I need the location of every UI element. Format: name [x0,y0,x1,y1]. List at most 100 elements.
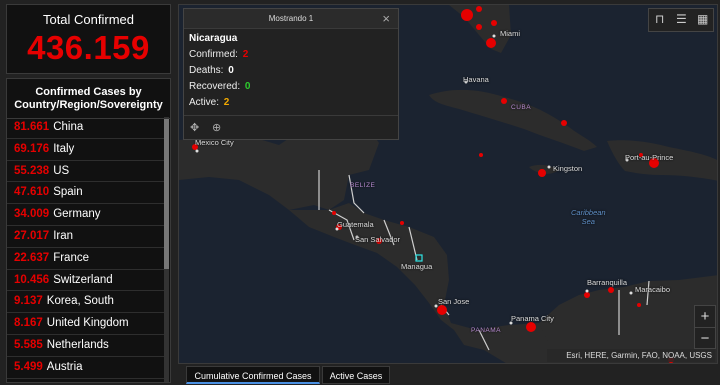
total-confirmed-value: 436.159 [27,29,150,66]
scrollbar-thumb[interactable] [164,119,169,269]
bookmark-icon[interactable]: ⊓ [655,12,664,26]
zoom-in-button[interactable]: + [695,306,715,327]
caribbean-sea-line2: Sea [581,217,595,226]
tab-cumulative-confirmed[interactable]: Cumulative Confirmed Cases [186,366,320,384]
map-toolbar: ⊓ ☰ ▦ [648,8,714,32]
popup-active-row: Active: 2 [189,97,398,108]
map-label-belize: BELIZE [350,182,376,189]
list-item[interactable]: 22.637 France [7,248,165,270]
popup-deaths-value: 0 [228,65,234,76]
case-marker [461,9,473,21]
map-label-havana: Havana [463,75,489,84]
list-item-count: 47.610 [14,186,50,199]
list-item[interactable]: 5.585 Netherlands [7,335,165,357]
city-dot [547,165,551,169]
list-item[interactable]: 27.017 Iran [7,226,165,248]
list-item-count: 81.661 [14,121,50,133]
list-item[interactable]: 55.238 US [7,161,165,183]
popup-recovered-row: Recovered: 0 [189,81,398,92]
list-item-country: France [53,251,89,264]
list-item-country: United Kingdom [46,317,129,330]
popup-deaths-row: Deaths: 0 [189,65,398,76]
case-marker [491,20,497,26]
popup-deaths-label: Deaths: [189,65,224,76]
pan-icon[interactable]: ✥ [190,121,199,134]
city-dot [195,149,199,153]
map-label-caribbean-sea: Caribbean Sea [571,208,606,226]
list-item-count: 27.017 [14,229,50,242]
map-attribution: Esri, HERE, Garmin, FAO, NOAA, USGS [547,349,715,362]
country-list-header: Confirmed Cases by Country/Region/Sovere… [7,79,170,119]
popup-confirmed-label: Confirmed: [189,49,238,60]
country-list-panel: Confirmed Cases by Country/Region/Sovere… [6,78,171,383]
case-marker [538,169,546,177]
case-marker [501,98,507,104]
map-label-miami: Miami [500,29,520,38]
list-item[interactable]: 69.176 Italy [7,139,165,161]
country-list: 81.661 China 69.176 Italy 55.238 US 47.610 S… [7,117,165,379]
popup-header-text: Mostrando 1 [268,14,314,23]
popup-title: Nicaragua [189,33,238,44]
case-marker [561,120,567,126]
list-icon[interactable]: ☰ [676,12,687,26]
case-marker [486,38,496,48]
case-marker [437,305,447,315]
list-item[interactable]: 34.009 Germany [7,204,165,226]
map-label-barranquilla: Barranquilla [587,278,628,287]
popup-header: Mostrando 1 × [184,9,398,29]
tab-active-cases[interactable]: Active Cases [322,366,390,384]
map-label-panama: PANAMA [471,327,501,334]
list-item-country: Spain [53,186,83,199]
list-item[interactable]: 47.610 Spain [7,182,165,205]
list-item-count: 34.009 [14,208,50,221]
list-item-count: 5.585 [14,338,43,351]
zoom-out-button[interactable]: − [695,327,715,348]
list-item-count: 55.238 [14,164,50,177]
map-label-san-jose: San Jose [438,297,470,306]
popup-footer: ✥ ⊕ [184,115,398,139]
case-marker [479,153,483,157]
list-item-country: Italy [53,142,75,155]
popup-active-label: Active: [189,97,220,108]
list-item-country: Korea, South [46,295,114,308]
case-marker [637,303,641,307]
qr-icon[interactable]: ▦ [697,12,708,26]
map-label-port-au-prince: Port-au-Prince [625,153,674,162]
map-label-cuba: CUBA [511,104,532,111]
list-item-country: China [53,121,84,133]
popup-active-value: 2 [223,97,230,108]
case-marker [476,6,482,12]
list-item[interactable]: 10.456 Switzerland [7,270,165,292]
city-dot [629,291,633,295]
map-label-maracaibo: Maracaibo [635,285,671,294]
popup-recovered-value: 0 [244,81,251,92]
popup-recovered-label: Recovered: [189,81,241,92]
popup-confirmed-row: Confirmed: 2 [189,49,398,60]
country-list-header-line2: Country/Region/Sovereignty [14,99,163,111]
map-label-san-salvador: San Salvador [355,235,401,244]
case-marker [526,322,536,332]
case-marker [608,287,614,293]
list-item-count: 9.137 [14,295,43,308]
list-item-country: Iran [53,229,74,242]
list-item-country: US [53,164,70,177]
city-dot [585,289,589,293]
close-icon[interactable]: × [382,9,390,29]
feature-popup: Mostrando 1 × Nicaragua Confirmed: 2 Dea… [183,8,399,140]
list-item[interactable]: 5.499 Austria [7,357,165,379]
list-item[interactable]: 81.661 China [7,117,165,139]
list-item[interactable]: 8.167 United Kingdom [7,313,165,335]
case-marker [332,211,336,215]
list-item[interactable]: 9.137 Korea, South [7,291,165,314]
city-dot [492,34,496,38]
list-item-country: Switzerland [53,273,113,286]
list-item-count: 69.176 [14,142,50,155]
case-marker [400,221,404,225]
zoom-to-icon[interactable]: ⊕ [212,121,221,134]
list-item-country: Netherlands [46,338,109,351]
case-marker [584,292,590,298]
country-list-scrollbar[interactable] [164,117,169,382]
list-item-count: 22.637 [14,251,50,264]
list-item-count: 5.499 [14,360,43,373]
total-confirmed-panel: Total Confirmed 436.159 [6,4,171,74]
